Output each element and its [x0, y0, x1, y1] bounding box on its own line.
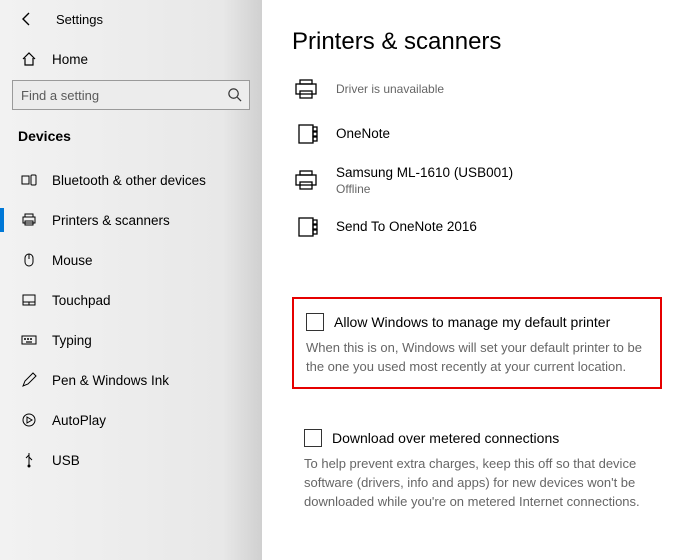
search-icon	[227, 87, 242, 102]
page-title: Printers & scanners	[292, 28, 662, 56]
printer-name: Samsung ML-1610 (USB001)	[336, 164, 513, 182]
printer-status: Driver is unavailable	[336, 82, 444, 98]
nav-label: Typing	[52, 333, 92, 348]
sidebar-item-bluetooth[interactable]: Bluetooth & other devices	[0, 160, 262, 200]
pen-icon	[20, 371, 38, 389]
onenote-icon	[294, 213, 322, 241]
checkbox-icon	[306, 313, 324, 331]
metered-label: Download over metered connections	[332, 430, 559, 446]
home-nav[interactable]: Home	[0, 42, 262, 80]
default-printer-label: Allow Windows to manage my default print…	[334, 314, 610, 330]
printer-name: OneNote	[336, 125, 390, 143]
home-label: Home	[52, 52, 88, 67]
sidebar-item-pen[interactable]: Pen & Windows Ink	[0, 360, 262, 400]
back-icon[interactable]	[18, 10, 36, 28]
onenote-icon	[294, 120, 322, 148]
search-box[interactable]	[12, 80, 250, 110]
home-icon	[20, 50, 38, 68]
printer-item[interactable]: Driver is unavailable	[292, 68, 662, 112]
touchpad-icon	[20, 291, 38, 309]
usb-icon	[20, 451, 38, 469]
printer-item[interactable]: OneNote	[292, 112, 662, 156]
mouse-icon	[20, 251, 38, 269]
nav-label: Mouse	[52, 253, 93, 268]
nav-group-label: Devices	[0, 124, 262, 160]
printer-device-icon	[294, 167, 322, 195]
search-input[interactable]	[12, 80, 250, 110]
printer-item[interactable]: Send To OneNote 2016	[292, 205, 662, 249]
nav-label: AutoPlay	[52, 413, 106, 428]
metered-desc: To help prevent extra charges, keep this…	[304, 455, 650, 512]
nav-label: Touchpad	[52, 293, 111, 308]
printer-device-icon	[294, 76, 322, 104]
metered-section: Download over metered connections To hel…	[292, 429, 662, 512]
title-bar: Settings	[0, 6, 262, 42]
sidebar-item-mouse[interactable]: Mouse	[0, 240, 262, 280]
sidebar-item-typing[interactable]: Typing	[0, 320, 262, 360]
default-printer-checkbox[interactable]: Allow Windows to manage my default print…	[306, 313, 648, 331]
default-printer-desc: When this is on, Windows will set your d…	[306, 339, 648, 377]
default-printer-section: Allow Windows to manage my default print…	[292, 297, 662, 389]
sidebar-item-printers[interactable]: Printers & scanners	[0, 200, 262, 240]
autoplay-icon	[20, 411, 38, 429]
printer-item[interactable]: Samsung ML-1610 (USB001) Offline	[292, 156, 662, 205]
nav-label: Pen & Windows Ink	[52, 373, 169, 388]
keyboard-icon	[20, 331, 38, 349]
sidebar-item-touchpad[interactable]: Touchpad	[0, 280, 262, 320]
nav-label: Bluetooth & other devices	[52, 173, 206, 188]
sidebar-item-autoplay[interactable]: AutoPlay	[0, 400, 262, 440]
printer-icon	[20, 211, 38, 229]
nav-label: Printers & scanners	[52, 213, 170, 228]
checkbox-icon	[304, 429, 322, 447]
nav-label: USB	[52, 453, 80, 468]
app-title: Settings	[56, 12, 103, 27]
sidebar-item-usb[interactable]: USB	[0, 440, 262, 480]
main-content: Printers & scanners Driver is unavailabl…	[262, 0, 680, 560]
sidebar: Settings Home Devices Bluetooth & other …	[0, 0, 262, 560]
printer-name: Send To OneNote 2016	[336, 218, 477, 236]
devices-icon	[20, 171, 38, 189]
metered-checkbox[interactable]: Download over metered connections	[304, 429, 650, 447]
printer-status: Offline	[336, 182, 513, 198]
